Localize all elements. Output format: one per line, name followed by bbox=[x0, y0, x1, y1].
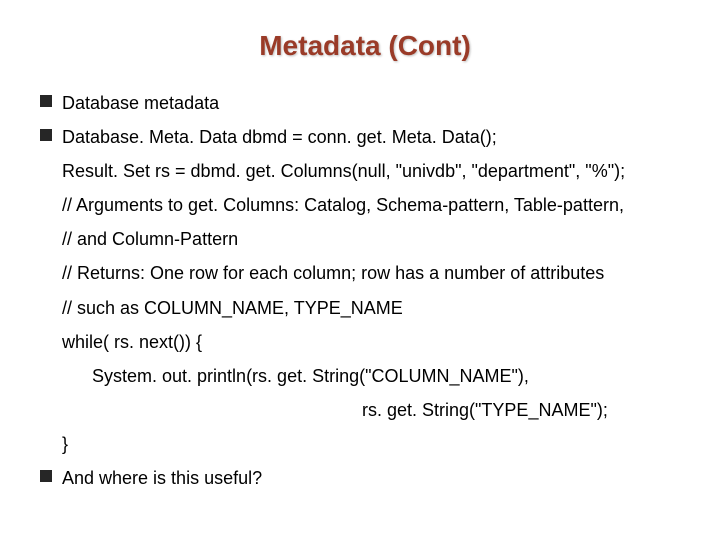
slide-title: Metadata (Cont) bbox=[40, 30, 690, 62]
bullet-text: Database. Meta. Data dbmd = conn. get. M… bbox=[62, 124, 690, 150]
bullet-item-1: Database metadata bbox=[40, 90, 690, 116]
code-line: // Returns: One row for each column; row… bbox=[62, 260, 690, 286]
code-line: // Arguments to get. Columns: Catalog, S… bbox=[62, 192, 690, 218]
code-line: System. out. println(rs. get. String("CO… bbox=[92, 363, 690, 389]
code-line: // and Column-Pattern bbox=[62, 226, 690, 252]
bullet-item-2: Database. Meta. Data dbmd = conn. get. M… bbox=[40, 124, 690, 150]
code-line: while( rs. next()) { bbox=[62, 329, 690, 355]
code-line: // such as COLUMN_NAME, TYPE_NAME bbox=[62, 295, 690, 321]
square-bullet-icon bbox=[40, 470, 52, 482]
code-line: rs. get. String("TYPE_NAME"); bbox=[362, 397, 690, 423]
bullet-item-3: And where is this useful? bbox=[40, 465, 690, 491]
bullet-text: And where is this useful? bbox=[62, 465, 690, 491]
square-bullet-icon bbox=[40, 95, 52, 107]
square-bullet-icon bbox=[40, 129, 52, 141]
code-line: Result. Set rs = dbmd. get. Columns(null… bbox=[62, 158, 690, 184]
slide: Metadata (Cont) Database metadata Databa… bbox=[0, 0, 720, 540]
bullet-text: Database metadata bbox=[62, 90, 690, 116]
code-line: } bbox=[62, 431, 690, 457]
